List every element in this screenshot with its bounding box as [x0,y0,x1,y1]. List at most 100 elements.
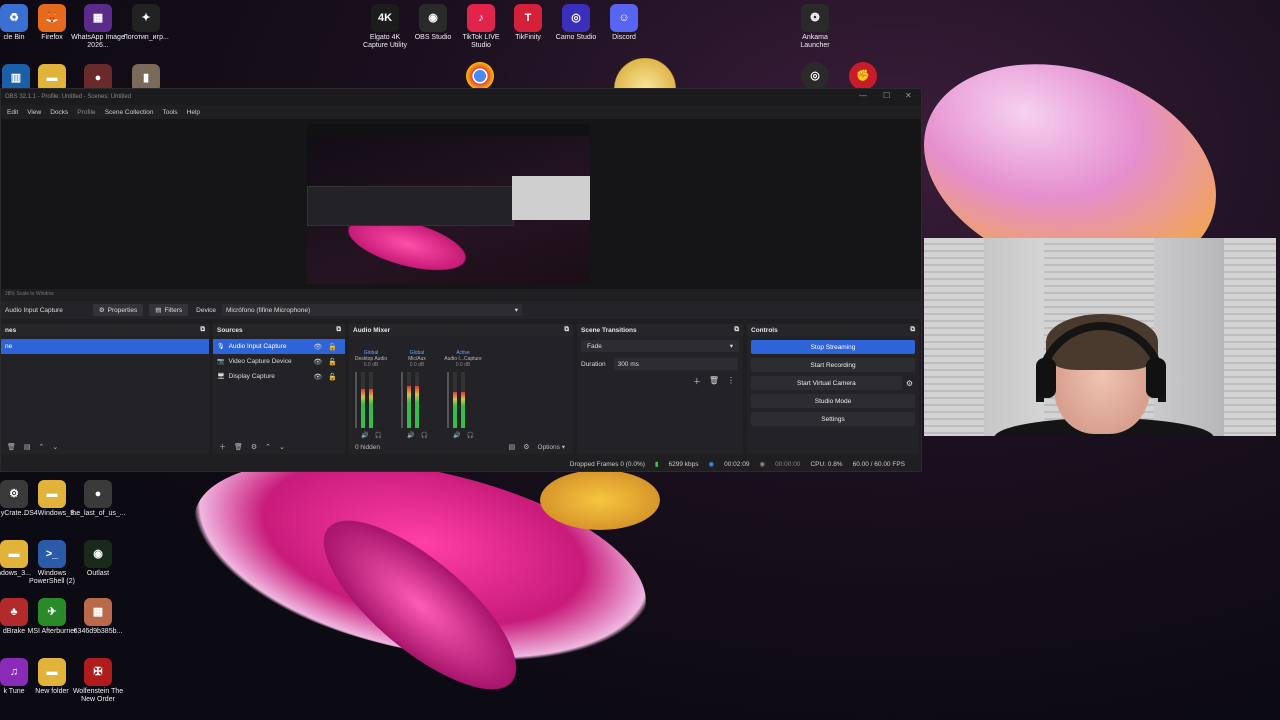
transitions-title: Scene Transitions [581,326,637,334]
menu-item-view[interactable]: View [27,109,41,116]
stream-icon: ◉ [708,461,715,468]
selected-source-label: Audio Input Capture [5,306,63,314]
zoom-label[interactable]: 28% Scale to Window [5,291,54,297]
menu-item-profile[interactable]: Profile [77,109,95,116]
desktop-icon-label: Wolfenstein The New Order [72,688,124,703]
menu-item-edit[interactable]: Edit [7,109,18,116]
mixer-options-button[interactable]: Options ▾ [538,443,565,451]
scenes-title: nes [5,326,17,334]
mixer-layout-icon[interactable]: ▤ [509,443,516,451]
desktop-icon-label: Логотип_игр... [123,34,169,41]
start-virtual-camera-button[interactable]: Start Virtual Camera [751,376,902,390]
gear-icon[interactable]: ⚙ [906,379,913,388]
eye-icon[interactable]: 👁 [313,373,322,381]
mixer-channel: Global Mic/Aux 0.0 dB [395,350,439,368]
channel-db: 0.0 dB [455,362,471,368]
more-icon[interactable]: ⋮ [727,376,735,387]
lock-icon[interactable]: 🔓 [328,358,337,366]
minimize-icon[interactable]: — [859,91,867,100]
source-item[interactable]: 🎙 Audio Input Capture 👁 🔓 [213,339,345,354]
menu-item-docks[interactable]: Docks [50,109,68,116]
desktop-icon[interactable]: ● the_last_of_us_... [70,480,126,518]
desktop-icon[interactable]: ▦ 6346d9b385b... [70,598,126,636]
undock-icon[interactable]: ⧉ [336,326,341,334]
headphone-monitor-icon[interactable]: 🎧 [374,432,381,439]
scene-item[interactable]: ne [1,339,209,354]
speaker-icon[interactable]: 🔊 [407,432,414,439]
game-file-icon: ● [84,480,112,508]
desktop-icon-label: Ankama Launcher [800,34,830,49]
mixer-channel: Active Audio I...Capture 0.0 dB [441,350,485,368]
move-up-icon[interactable]: ⌃ [39,443,45,451]
undock-icon[interactable]: ⧉ [910,326,915,334]
undock-icon[interactable]: ⧉ [734,326,739,334]
hidden-count: 0 hidden [355,443,380,451]
filter-icon: ▤ [155,307,162,314]
close-icon[interactable]: ✕ [905,91,912,100]
preview-area [1,119,921,289]
speaker-icon[interactable]: 🔊 [361,432,368,439]
source-item[interactable]: 📷 Video Capture Device 👁 🔓 [213,354,345,369]
stop-streaming-button[interactable]: Stop Streaming [751,340,915,354]
remove-transition-icon[interactable]: 🗑 [709,376,719,387]
eye-icon[interactable]: 👁 [313,358,322,366]
obs-icon: ◉ [419,4,447,32]
headphone-monitor-icon[interactable]: 🎧 [420,432,427,439]
move-up-icon[interactable]: ⌃ [265,443,271,451]
settings-button[interactable]: Settings [751,412,915,426]
add-source-icon[interactable]: ＋ [219,442,226,452]
properties-button[interactable]: ⚙ Properties [92,304,144,316]
desktop-icon[interactable]: ✠ Wolfenstein The New Order [70,658,126,704]
scene-item-label: ne [5,343,13,350]
source-properties-icon[interactable]: ⚙ [251,443,257,451]
menu-item-tools[interactable]: Tools [162,109,177,116]
elgato-icon: 4K [371,4,399,32]
device-select[interactable]: Micrófono (fifine Microphone) ▾ [222,304,523,316]
menu-item-scene-collection[interactable]: Scene Collection [105,109,154,116]
remove-source-icon[interactable]: 🗑 [234,443,243,451]
scenes-toolbar: 🗑 ▤ ⌃ ⌄ [1,440,209,454]
move-down-icon[interactable]: ⌄ [279,443,285,451]
desktop-icon[interactable]: ◉ Outlast [70,540,126,578]
add-transition-icon[interactable]: ＋ [693,376,701,387]
undock-icon[interactable]: ⧉ [564,326,569,334]
desktop-icon[interactable]: ☺ Discord [596,4,652,42]
undock-icon[interactable]: ⧉ [200,326,205,334]
filters-button[interactable]: ▤ Filters [149,304,189,316]
transition-type: Fade [587,342,602,350]
speaker-icon[interactable]: 🔊 [453,432,460,439]
desktop-icon-label: the_last_of_us_... [70,510,126,517]
outlast-icon: ◉ [84,540,112,568]
source-item[interactable]: 🖥 Display Capture 👁 🔓 [213,369,345,384]
stream-time: 00:02:09 [724,460,750,468]
desktop-icon[interactable]: ✦ Логотип_игр... [118,4,174,42]
eye-icon[interactable]: 👁 [313,343,322,351]
move-down-icon[interactable]: ⌄ [52,443,58,451]
options-label: Options [537,444,560,451]
volume-slider[interactable] [447,372,449,428]
preview-canvas[interactable] [307,124,590,284]
transition-select[interactable]: Fade ▾ [581,340,739,352]
duration-input[interactable]: 300 ms [613,358,738,370]
volume-slider[interactable] [401,372,403,428]
powershell-icon: >_ [38,540,66,568]
menu-item-help[interactable]: Help [187,109,200,116]
discord-icon: ☺ [610,4,638,32]
remove-scene-icon[interactable]: 🗑 [7,443,16,451]
desktop-icon[interactable]: ❂ Ankama Launcher [787,4,843,50]
lock-icon[interactable]: 🔓 [328,373,337,381]
maximize-icon[interactable]: ☐ [883,91,890,100]
image-file-icon: ▦ [84,4,112,32]
channel-controls: 🔊 🎧 [407,432,428,439]
desktop-icon-label: Outlast [86,570,110,577]
mixer-settings-icon[interactable]: ⚙ [523,443,529,451]
start-recording-button[interactable]: Start Recording [751,358,915,372]
headphone-earcup [1036,358,1056,398]
headphone-monitor-icon[interactable]: 🎧 [466,432,473,439]
preview-desktop-icons [307,124,590,136]
lock-icon[interactable]: 🔓 [328,343,337,351]
scene-filters-icon[interactable]: ▤ [24,443,31,451]
studio-mode-button[interactable]: Studio Mode [751,394,915,408]
network-icon: ▮ [654,461,659,468]
volume-slider[interactable] [355,372,357,428]
